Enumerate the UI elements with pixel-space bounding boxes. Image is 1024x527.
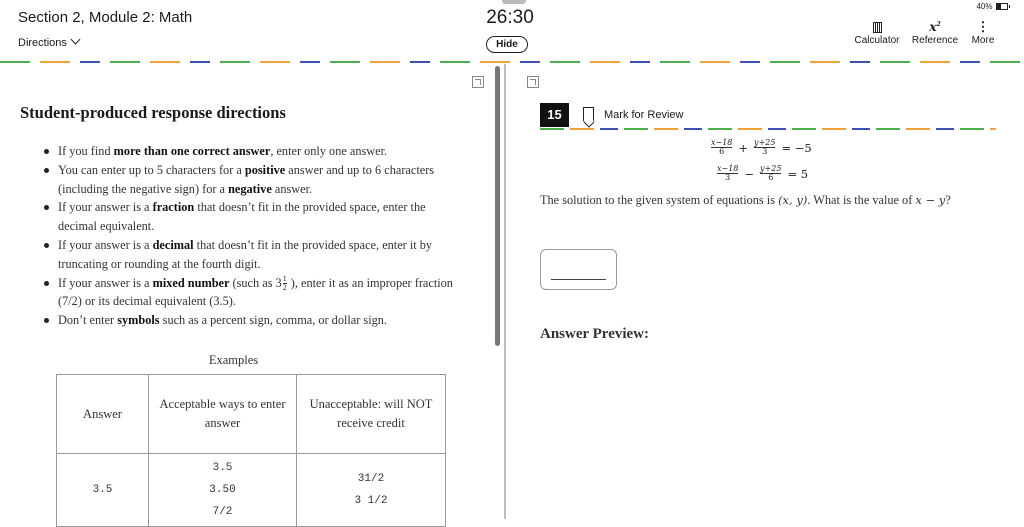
list-item: Don’t enter symbols such as a percent si… <box>44 311 464 330</box>
expand-left-panel-icon[interactable] <box>472 76 484 88</box>
mark-for-review-button[interactable]: Mark for Review <box>604 109 683 121</box>
header-divider <box>0 61 1024 63</box>
table-cell: 3.5 <box>56 453 149 527</box>
list-item: If you find more than one correct answer… <box>44 142 464 161</box>
battery-percent: 40% <box>976 2 993 11</box>
more-button[interactable]: ⋮ More <box>966 19 1000 46</box>
mixed-number-fraction: 12 <box>282 274 287 293</box>
list-item: If your answer is a mixed number (such a… <box>44 274 464 312</box>
examples-table: Answer Acceptable ways to enter answer U… <box>56 374 446 527</box>
equation-1: x−18 6 + y+25 3 = −5 <box>711 138 812 156</box>
calculator-label: Calculator <box>854 35 900 46</box>
table-cell: 31/2 3 1/2 <box>296 453 446 527</box>
panel-divider[interactable] <box>504 64 506 519</box>
question-number: 15 <box>540 103 569 127</box>
expand-right-panel-icon[interactable] <box>527 76 539 88</box>
table-header: Acceptable ways to enter answer <box>148 374 297 454</box>
chevron-down-icon <box>70 34 81 45</box>
table-header: Unacceptable: will NOT receive credit <box>296 374 446 454</box>
directions-label: Directions <box>18 37 67 49</box>
timer: 26:30 <box>486 7 534 28</box>
battery-status: 40% <box>976 2 1010 11</box>
battery-icon <box>995 3 1008 10</box>
question-divider <box>540 128 996 130</box>
list-item: If your answer is a decimal that doesn’t… <box>44 236 464 274</box>
equation-2: x−18 3 − y+25 6 = 5 <box>717 164 809 182</box>
more-label: More <box>971 35 995 46</box>
question-text: The solution to the given system of equa… <box>540 193 951 207</box>
answer-input[interactable] <box>540 249 617 290</box>
answer-preview-label: Answer Preview: <box>540 326 649 342</box>
left-panel-scrollbar[interactable] <box>495 66 500 346</box>
timer-handle <box>502 0 526 4</box>
list-item: You can enter up to 5 characters for a p… <box>44 161 464 199</box>
section-title: Section 2, Module 2: Math <box>18 9 193 26</box>
table-header-row: Answer Acceptable ways to enter answer U… <box>56 374 446 454</box>
directions-dropdown[interactable]: Directions <box>18 34 81 49</box>
calculator-button[interactable]: Calculator <box>852 19 902 46</box>
examples-caption: Examples <box>208 353 259 367</box>
list-item: If your answer is a fraction that doesn’… <box>44 198 464 236</box>
table-row: 3.5 3.5 3.50 7/2 31/2 3 1/2 <box>56 453 446 527</box>
hide-timer-button[interactable]: Hide <box>486 36 528 53</box>
directions-list: If you find more than one correct answer… <box>44 142 464 330</box>
reference-button[interactable]: x2 Reference <box>910 19 960 46</box>
bookmark-icon[interactable] <box>583 107 594 121</box>
reference-icon: x2 <box>929 20 941 34</box>
calculator-icon <box>872 21 882 33</box>
more-icon: ⋮ <box>976 19 990 34</box>
table-cell: 3.5 3.50 7/2 <box>148 453 297 527</box>
table-header: Answer <box>56 374 149 454</box>
reference-label: Reference <box>911 35 959 46</box>
directions-heading: Student-produced response directions <box>20 103 286 122</box>
